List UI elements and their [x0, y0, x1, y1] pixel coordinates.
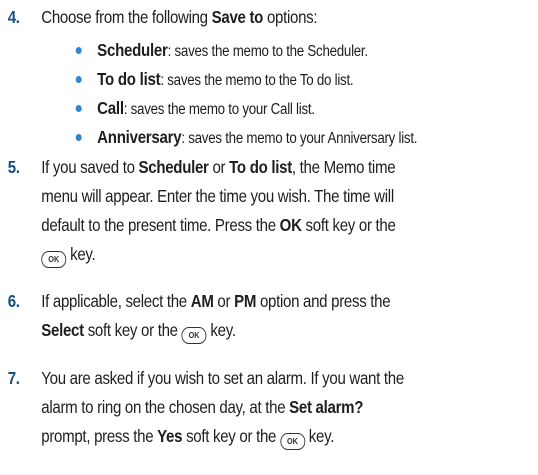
option-desc: : saves the memo to your Anniversary lis…	[181, 130, 418, 147]
list-item: Scheduler: saves the memo to the Schedul…	[0, 36, 463, 65]
bold-term: Select	[41, 320, 84, 340]
ok-key-icon: OK	[181, 327, 207, 344]
step-text: If applicable, select the AM or PM optio…	[41, 287, 523, 345]
ok-key-icon: OK	[279, 433, 305, 450]
text: or	[213, 291, 235, 311]
text: Choose from the following	[41, 7, 212, 27]
text: If you saved to	[41, 157, 139, 177]
list-item: To do list: saves the memo to the To do …	[0, 65, 463, 94]
text: key.	[206, 320, 236, 340]
step-line: OK key.	[41, 240, 523, 269]
option-desc: : saves the memo to the Scheduler.	[167, 43, 368, 60]
step-line: prompt, press the Yes soft key or the OK…	[41, 422, 523, 451]
text: or	[208, 157, 230, 177]
text: alarm to ring on the chosen day, at the	[41, 397, 290, 417]
text: options:	[263, 7, 318, 27]
option-term: Anniversary	[97, 127, 182, 147]
list-item: Call: saves the memo to your Call list.	[0, 94, 463, 123]
step-text: If you saved to Scheduler or To do list,…	[41, 153, 523, 269]
text: key.	[66, 244, 96, 264]
text: soft key or the	[83, 320, 182, 340]
step-line: You are asked if you wish to set an alar…	[41, 368, 404, 388]
bold-term: Save to	[211, 7, 264, 27]
step-line: alarm to ring on the chosen day, at the …	[41, 393, 523, 422]
text: default to the present time. Press the	[41, 215, 280, 235]
bullet-icon	[75, 47, 82, 54]
bullet-icon	[75, 105, 82, 112]
bold-term: PM	[234, 291, 257, 311]
step-number: 7.	[7, 368, 20, 388]
option-desc: : saves the memo to your Call list.	[123, 101, 315, 118]
option-term: To do list	[97, 69, 161, 89]
step-text: Choose from the following Save to option…	[41, 3, 523, 32]
bold-term: To do list	[229, 157, 292, 177]
bold-term: Set alarm?	[289, 397, 364, 417]
text: If applicable, select the	[41, 291, 191, 311]
option-term: Scheduler	[97, 40, 168, 60]
step-line: If applicable, select the AM or PM optio…	[41, 287, 523, 316]
text: key.	[304, 426, 335, 446]
bold-term: AM	[190, 291, 214, 311]
save-to-options-list: Scheduler: saves the memo to the Schedul…	[0, 36, 463, 152]
text: , the Memo time	[291, 157, 396, 177]
option-desc: : saves the memo to the To do list.	[160, 72, 354, 89]
bold-term: OK	[279, 215, 302, 235]
step-number: 4.	[7, 7, 20, 27]
step-line: menu will appear. Enter the time you wis…	[41, 186, 394, 206]
bold-term: Yes	[157, 426, 183, 446]
step-line: If you saved to Scheduler or To do list,…	[41, 153, 523, 182]
option-term: Call	[97, 98, 124, 118]
bold-term: Scheduler	[138, 157, 209, 177]
step-number: 5.	[7, 157, 20, 177]
bullet-icon	[75, 134, 82, 141]
step-line: Choose from the following Save to option…	[41, 3, 523, 32]
manual-page: 4. Choose from the following Save to opt…	[0, 0, 538, 475]
list-item: Anniversary: saves the memo to your Anni…	[0, 123, 463, 152]
step-line: Select soft key or the OK key.	[41, 316, 523, 345]
text: soft key or the	[182, 426, 280, 446]
step-number: 6.	[7, 291, 20, 311]
bullet-icon	[75, 76, 82, 83]
ok-key-icon: OK	[41, 251, 67, 268]
text: soft key or the	[301, 215, 396, 235]
text: option and press the	[256, 291, 391, 311]
step-text: You are asked if you wish to set an alar…	[41, 364, 523, 451]
text: prompt, press the	[41, 426, 158, 446]
step-line: default to the present time. Press the O…	[41, 211, 523, 240]
